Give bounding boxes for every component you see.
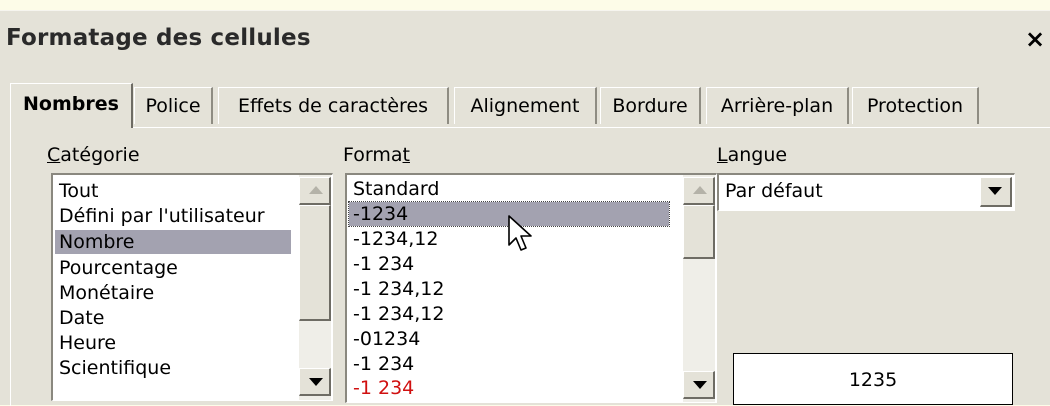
close-icon: ×: [1024, 25, 1046, 53]
scroll-thumb[interactable]: [683, 205, 715, 259]
dropdown-button[interactable]: [980, 177, 1012, 207]
language-value: Par défaut: [725, 180, 823, 202]
list-item[interactable]: Défini par l'utilisateur: [55, 204, 295, 228]
tab-panel-nombres: Catégorie Tout Défini par l'utilisateur …: [10, 127, 1050, 406]
list-item[interactable]: Monétaire: [55, 281, 295, 305]
list-item[interactable]: -01234: [349, 327, 671, 351]
list-item[interactable]: -1 234: [349, 352, 671, 376]
title-bar: Formatage des cellules ×: [0, 11, 1050, 69]
category-label: Catégorie: [47, 144, 140, 166]
language-label: Langue: [717, 144, 788, 166]
list-item[interactable]: -1 234,12: [349, 277, 671, 301]
format-scrollbar[interactable]: [683, 175, 715, 402]
tab-bar: Nombres Police Effets de caractères Alig…: [10, 83, 1050, 128]
list-item-selected[interactable]: Nombre: [55, 230, 291, 254]
format-cells-dialog: Formatage des cellules × Nombres Police …: [0, 10, 1050, 406]
tab-police[interactable]: Police: [134, 87, 213, 124]
category-scrollbar[interactable]: [299, 175, 331, 400]
list-item[interactable]: Scientifique: [55, 356, 295, 380]
tab-bordure[interactable]: Bordure: [600, 87, 701, 124]
arrow-down-icon: [693, 381, 707, 389]
arrow-up-icon: [309, 186, 323, 194]
scroll-up-button[interactable]: [683, 177, 715, 205]
scroll-up-button[interactable]: [299, 177, 331, 205]
tab-arriere-plan[interactable]: Arrière-plan: [706, 87, 849, 124]
arrow-down-icon: [309, 378, 323, 386]
tab-nombres[interactable]: Nombres: [10, 83, 133, 128]
arrow-up-icon: [693, 186, 707, 194]
list-item[interactable]: Standard: [349, 177, 671, 201]
format-preview: 1235: [733, 353, 1013, 405]
list-item-red[interactable]: -1 234: [349, 376, 671, 400]
scroll-down-button[interactable]: [299, 368, 331, 396]
tab-effets-caracteres[interactable]: Effets de caractères: [218, 87, 449, 124]
scroll-down-button[interactable]: [683, 371, 715, 399]
list-item[interactable]: Heure: [55, 331, 295, 355]
list-item[interactable]: Tout: [55, 179, 295, 203]
tab-alignement[interactable]: Alignement: [454, 87, 597, 124]
category-listbox[interactable]: Tout Défini par l'utilisateur Nombre Pou…: [51, 173, 333, 401]
chevron-down-icon: [988, 187, 1002, 195]
list-item[interactable]: Pourcentage: [55, 256, 295, 280]
language-dropdown[interactable]: Par défaut: [717, 173, 1015, 211]
tab-protection[interactable]: Protection: [852, 87, 979, 124]
format-listbox[interactable]: Standard -1234 -1234,12 -1 234 -1 234,12…: [345, 173, 717, 403]
format-label: Format: [343, 144, 410, 166]
preview-value: 1235: [848, 369, 898, 391]
dialog-title: Formatage des cellules: [6, 25, 311, 51]
list-item[interactable]: Date: [55, 306, 295, 330]
scroll-thumb[interactable]: [299, 205, 331, 321]
close-button[interactable]: ×: [1022, 25, 1048, 55]
mouse-pointer-icon: [508, 215, 532, 251]
list-item[interactable]: -1 234,12: [349, 302, 671, 326]
